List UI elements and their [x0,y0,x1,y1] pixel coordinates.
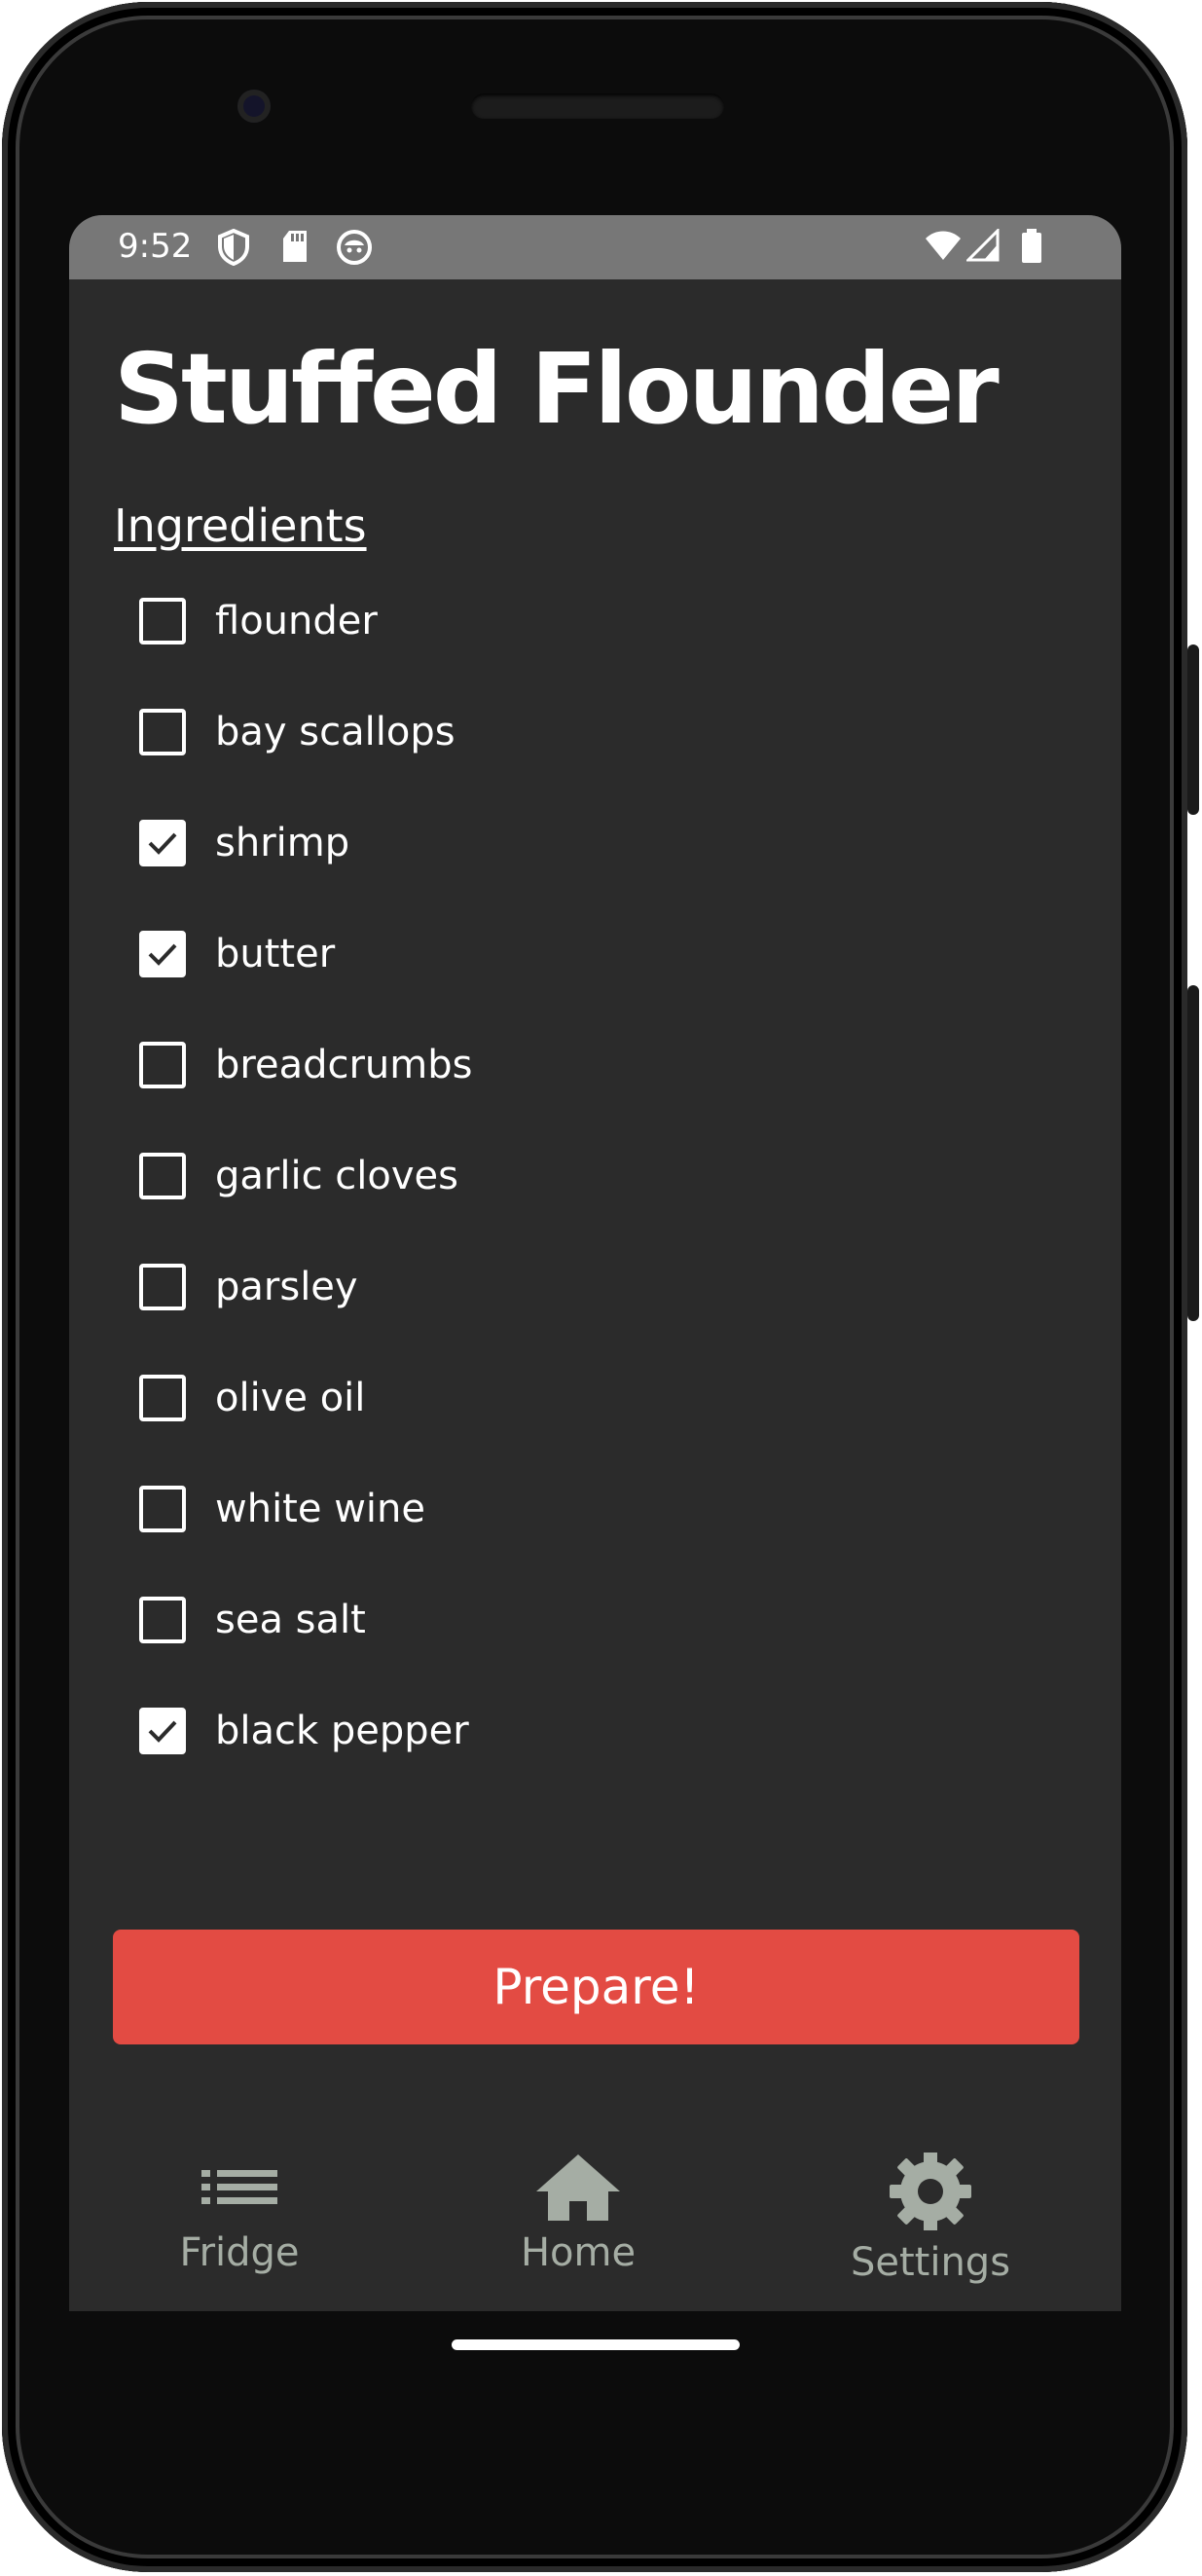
ingredient-label: butter [215,932,336,976]
bottom-navigation: Fridge Home Settings [69,2153,1121,2308]
page-title: Stuffed Flounder [114,332,1000,446]
status-time: 9:52 [118,227,193,266]
ingredient-checkbox[interactable] [139,598,186,644]
ingredient-checkbox[interactable] [139,1375,186,1421]
face-icon [337,230,372,265]
ingredient-checkbox[interactable] [139,1708,186,1754]
phone-frame: 9:52 Stuffed Flounder Ingredients flound… [2,2,1199,2572]
home-icon [536,2154,620,2221]
ingredient-label: shrimp [215,821,350,865]
ingredient-item-shrimp[interactable]: shrimp [139,812,1015,923]
ingredient-item-sea-salt[interactable]: sea salt [139,1589,1015,1700]
ingredient-checkbox[interactable] [139,1042,186,1088]
ingredient-label: black pepper [215,1709,469,1753]
ingredient-label: sea salt [215,1598,366,1642]
nav-label-settings: Settings [850,2240,1011,2285]
ingredient-item-bay-scallops[interactable]: bay scallops [139,701,1015,812]
ingredient-checkbox[interactable] [139,709,186,755]
app-screen: 9:52 Stuffed Flounder Ingredients flound… [69,215,1121,2311]
check-icon [148,1720,177,1743]
ingredient-label: flounder [215,599,378,644]
nav-item-home[interactable]: Home [461,2153,695,2275]
signal-icon [966,229,1000,262]
ingredient-checkbox[interactable] [139,1486,186,1532]
ingredient-item-garlic-cloves[interactable]: garlic cloves [139,1145,1015,1256]
sd-card-icon [283,231,307,262]
ingredient-checkbox[interactable] [139,1153,186,1199]
ingredient-item-breadcrumbs[interactable]: breadcrumbs [139,1034,1015,1145]
list-icon [201,2170,277,2204]
check-icon [148,943,177,966]
prepare-button[interactable]: Prepare! [113,1930,1079,2044]
nav-item-settings[interactable]: Settings [814,2153,1047,2285]
ingredient-label: bay scallops [215,710,455,754]
ingredient-item-olive-oil[interactable]: olive oil [139,1367,1015,1478]
ingredient-label: garlic cloves [215,1154,458,1198]
earpiece-speaker [471,93,724,119]
ingredient-item-black-pepper[interactable]: black pepper [139,1700,1015,1811]
ingredient-item-parsley[interactable]: parsley [139,1256,1015,1367]
ingredient-list: flounder bay scallops shrimp butter brea… [139,590,1015,1811]
ingredient-checkbox[interactable] [139,931,186,977]
ingredient-label: breadcrumbs [215,1043,473,1087]
ingredient-label: parsley [215,1265,358,1309]
ingredient-item-butter[interactable]: butter [139,923,1015,1034]
nav-label-fridge: Fridge [179,2230,300,2275]
ingredient-label: olive oil [215,1376,366,1420]
volume-button [1187,985,1199,1321]
front-camera [237,90,271,123]
home-indicator[interactable] [452,2339,740,2350]
ingredient-checkbox[interactable] [139,820,186,866]
ingredient-item-flounder[interactable]: flounder [139,590,1015,701]
ingredient-label: white wine [215,1487,425,1531]
nav-label-home: Home [520,2230,637,2275]
shield-icon [218,229,249,266]
status-bar: 9:52 [69,215,1121,279]
check-icon [148,832,177,855]
ingredient-item-white-wine[interactable]: white wine [139,1478,1015,1589]
nav-item-fridge[interactable]: Fridge [123,2153,356,2275]
battery-icon [1022,229,1041,263]
gear-icon [890,2153,971,2230]
wifi-icon [926,231,961,260]
ingredients-heading: Ingredients [114,499,367,552]
power-button [1187,644,1199,815]
ingredient-checkbox[interactable] [139,1597,186,1643]
ingredient-checkbox[interactable] [139,1264,186,1310]
